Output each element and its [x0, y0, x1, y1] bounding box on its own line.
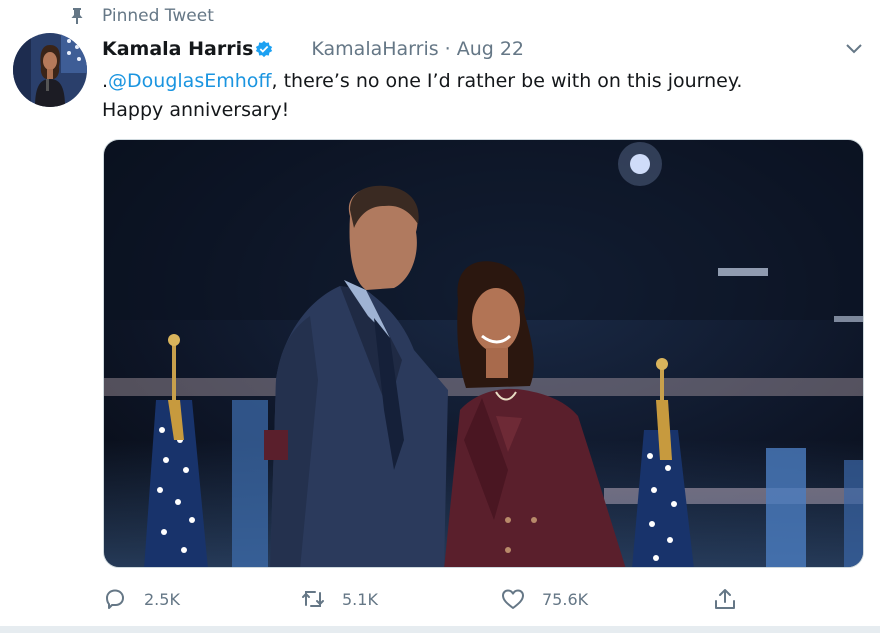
- divider: [0, 626, 880, 633]
- mention-link[interactable]: @DouglasEmhoff: [108, 70, 271, 92]
- tweet-text: .@DouglasEmhoff, there’s no one I’d rath…: [102, 67, 862, 125]
- tweet-actions: 2.5K 5.1K 75.6K: [102, 583, 842, 615]
- tweet-header: Kamala Harris KamalaHarris · Aug 22: [102, 34, 524, 64]
- author-display-name[interactable]: Kamala Harris: [102, 38, 253, 60]
- avatar[interactable]: [13, 33, 87, 107]
- reply-icon: [102, 586, 128, 612]
- like-count: 75.6K: [542, 589, 589, 609]
- heart-icon: [500, 586, 526, 612]
- retweet-icon: [300, 586, 326, 612]
- author-handle[interactable]: KamalaHarris: [311, 38, 438, 60]
- reply-count: 2.5K: [144, 589, 180, 609]
- retweet-button[interactable]: 5.1K: [300, 583, 378, 615]
- pinned-tweet-row: Pinned Tweet: [66, 5, 214, 27]
- share-icon: [712, 586, 738, 612]
- tweet-photo[interactable]: [103, 139, 864, 568]
- tweet-text-rest: , there’s no one I’d rather be with on t…: [271, 70, 743, 92]
- share-button[interactable]: [712, 583, 738, 615]
- chevron-down-icon[interactable]: [842, 38, 866, 58]
- verified-badge-icon: [255, 39, 273, 59]
- retweet-count: 5.1K: [342, 589, 378, 609]
- pin-icon: [66, 5, 88, 27]
- reply-button[interactable]: 2.5K: [102, 583, 180, 615]
- tweet-date[interactable]: Aug 22: [457, 38, 524, 60]
- like-button[interactable]: 75.6K: [500, 583, 588, 615]
- pinned-tweet-label: Pinned Tweet: [102, 6, 214, 26]
- header-separator: ·: [444, 38, 451, 60]
- tweet-text-line2: Happy anniversary!: [102, 99, 290, 121]
